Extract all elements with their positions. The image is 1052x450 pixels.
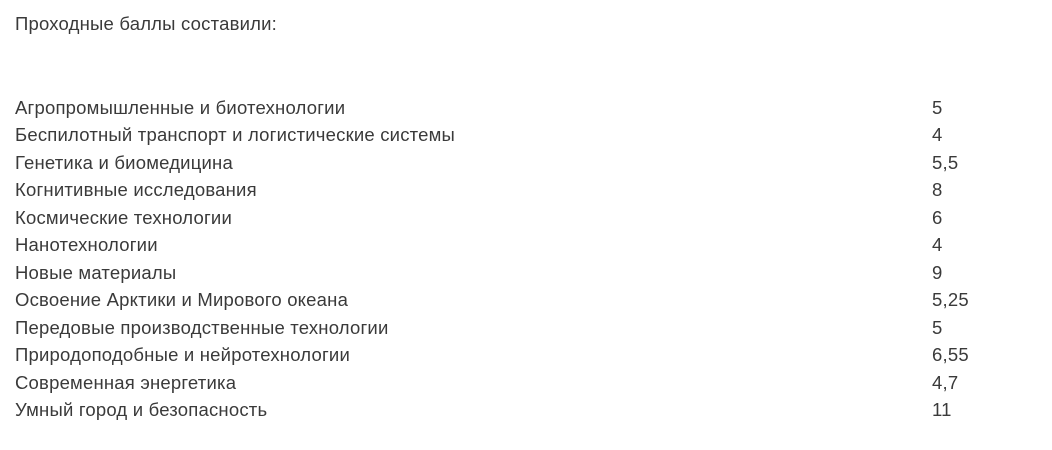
table-row: Нанотехнологии 4 xyxy=(15,232,1032,260)
passing-score: 5 xyxy=(932,96,943,118)
table-row: Умный город и безопасность 11 xyxy=(15,397,1032,425)
table-row: Беспилотный транспорт и логистические си… xyxy=(15,122,1032,150)
passing-score: 6 xyxy=(932,206,943,228)
direction-name: Космические технологии xyxy=(15,206,233,228)
table-row: Природоподобные и нейротехнологии 6,55 xyxy=(15,342,1032,370)
passing-scores-table: Агропромышленные и биотехнологии 5 Беспи… xyxy=(15,94,1032,424)
direction-name: Генетика и биомедицина xyxy=(15,151,233,173)
table-row: Современная энергетика 4,7 xyxy=(15,369,1032,397)
table-row: Передовые производственные технологии 5 xyxy=(15,314,1032,342)
passing-score: 4 xyxy=(932,124,943,146)
direction-name: Новые материалы xyxy=(15,261,177,283)
direction-name: Передовые производственные технологии xyxy=(15,316,389,338)
direction-name: Освоение Арктики и Мирового океана xyxy=(15,289,349,311)
intro-text: Проходные баллы составили: xyxy=(15,13,277,34)
table-row: Освоение Арктики и Мирового океана 5,25 xyxy=(15,287,1032,315)
passing-score: 11 xyxy=(932,399,952,421)
table-row: Агропромышленные и биотехнологии 5 xyxy=(15,94,1032,122)
direction-name: Умный город и безопасность xyxy=(15,399,268,421)
passing-score: 6,55 xyxy=(932,344,969,366)
direction-name: Современная энергетика xyxy=(15,371,237,393)
passing-score: 4,7 xyxy=(932,371,959,393)
direction-name: Когнитивные исследования xyxy=(15,179,257,201)
direction-name: Беспилотный транспорт и логистические си… xyxy=(15,124,456,146)
table-row: Генетика и биомедицина 5,5 xyxy=(15,149,1032,177)
passing-score: 5,25 xyxy=(932,289,969,311)
table-row: Когнитивные исследования 8 xyxy=(15,177,1032,205)
direction-name: Нанотехнологии xyxy=(15,234,158,256)
passing-score: 4 xyxy=(932,234,943,256)
passing-score: 9 xyxy=(932,261,943,283)
passing-score: 8 xyxy=(932,179,943,201)
direction-name: Природоподобные и нейротехнологии xyxy=(15,344,350,366)
table-row: Космические технологии 6 xyxy=(15,204,1032,232)
direction-name: Агропромышленные и биотехнологии xyxy=(15,96,346,118)
table-row: Новые материалы 9 xyxy=(15,259,1032,287)
passing-score: 5 xyxy=(932,316,943,338)
passing-score: 5,5 xyxy=(932,151,959,173)
